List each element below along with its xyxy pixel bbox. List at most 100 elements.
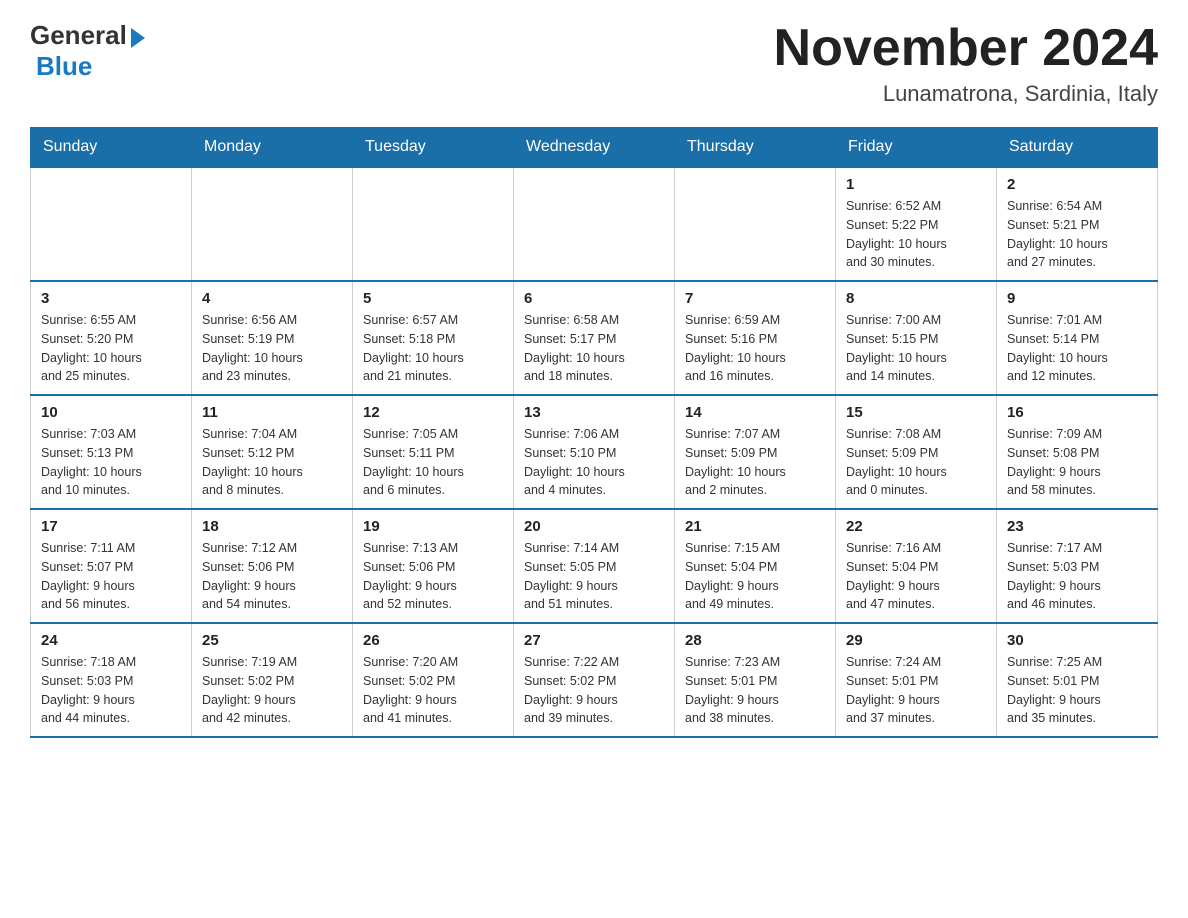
calendar-cell: 14 Sunrise: 7:07 AM Sunset: 5:09 PM Dayli…: [675, 395, 836, 509]
day-number: 14: [685, 404, 825, 421]
calendar-cell: 15 Sunrise: 7:08 AM Sunset: 5:09 PM Dayli…: [836, 395, 997, 509]
day-info: Sunrise: 6:52 AM Sunset: 5:22 PM Dayligh…: [846, 197, 986, 272]
day-number: 24: [41, 632, 181, 649]
calendar-cell: 4 Sunrise: 6:56 AM Sunset: 5:19 PM Daylig…: [192, 281, 353, 395]
day-number: 22: [846, 518, 986, 535]
calendar-cell: 22 Sunrise: 7:16 AM Sunset: 5:04 PM Dayli…: [836, 509, 997, 623]
day-info: Sunrise: 6:55 AM Sunset: 5:20 PM Dayligh…: [41, 311, 181, 386]
calendar-cell: [514, 167, 675, 281]
day-info: Sunrise: 6:59 AM Sunset: 5:16 PM Dayligh…: [685, 311, 825, 386]
logo-general-text: General: [30, 20, 127, 51]
weekday-header-sunday: Sunday: [31, 128, 192, 168]
day-number: 16: [1007, 404, 1147, 421]
logo: General Blue: [30, 20, 145, 82]
calendar-cell: 10 Sunrise: 7:03 AM Sunset: 5:13 PM Dayli…: [31, 395, 192, 509]
day-number: 23: [1007, 518, 1147, 535]
page-header: General Blue November 2024 Lunamatrona, …: [30, 20, 1158, 107]
title-block: November 2024 Lunamatrona, Sardinia, Ita…: [774, 20, 1158, 107]
day-number: 19: [363, 518, 503, 535]
day-number: 10: [41, 404, 181, 421]
weekday-header-monday: Monday: [192, 128, 353, 168]
calendar-table: SundayMondayTuesdayWednesdayThursdayFrid…: [30, 127, 1158, 738]
day-info: Sunrise: 7:24 AM Sunset: 5:01 PM Dayligh…: [846, 653, 986, 728]
calendar-cell: 8 Sunrise: 7:00 AM Sunset: 5:15 PM Daylig…: [836, 281, 997, 395]
calendar-cell: 20 Sunrise: 7:14 AM Sunset: 5:05 PM Dayli…: [514, 509, 675, 623]
day-info: Sunrise: 6:56 AM Sunset: 5:19 PM Dayligh…: [202, 311, 342, 386]
weekday-header-saturday: Saturday: [997, 128, 1158, 168]
day-number: 15: [846, 404, 986, 421]
day-number: 30: [1007, 632, 1147, 649]
day-number: 1: [846, 176, 986, 193]
day-number: 12: [363, 404, 503, 421]
calendar-cell: 7Sunrise: 6:59 AM Sunset: 5:16 PM Daylig…: [675, 281, 836, 395]
calendar-cell: 26Sunrise: 7:20 AM Sunset: 5:02 PM Dayli…: [353, 623, 514, 737]
day-number: 25: [202, 632, 342, 649]
calendar-cell: 29 Sunrise: 7:24 AM Sunset: 5:01 PM Dayli…: [836, 623, 997, 737]
day-info: Sunrise: 7:25 AM Sunset: 5:01 PM Dayligh…: [1007, 653, 1147, 728]
day-number: 20: [524, 518, 664, 535]
calendar-cell: 11 Sunrise: 7:04 AM Sunset: 5:12 PM Dayli…: [192, 395, 353, 509]
day-info: Sunrise: 7:05 AM Sunset: 5:11 PM Dayligh…: [363, 425, 503, 500]
calendar-cell: 12 Sunrise: 7:05 AM Sunset: 5:11 PM Dayli…: [353, 395, 514, 509]
day-info: Sunrise: 7:12 AM Sunset: 5:06 PM Dayligh…: [202, 539, 342, 614]
calendar-cell: [192, 167, 353, 281]
calendar-cell: 27 Sunrise: 7:22 AM Sunset: 5:02 PM Dayli…: [514, 623, 675, 737]
day-number: 27: [524, 632, 664, 649]
calendar-cell: 18Sunrise: 7:12 AM Sunset: 5:06 PM Dayli…: [192, 509, 353, 623]
day-number: 9: [1007, 290, 1147, 307]
calendar-cell: 21 Sunrise: 7:15 AM Sunset: 5:04 PM Dayli…: [675, 509, 836, 623]
day-info: Sunrise: 7:20 AM Sunset: 5:02 PM Dayligh…: [363, 653, 503, 728]
calendar-cell: 28 Sunrise: 7:23 AM Sunset: 5:01 PM Dayli…: [675, 623, 836, 737]
calendar-cell: 19 Sunrise: 7:13 AM Sunset: 5:06 PM Dayli…: [353, 509, 514, 623]
month-title: November 2024: [774, 20, 1158, 77]
day-info: Sunrise: 7:13 AM Sunset: 5:06 PM Dayligh…: [363, 539, 503, 614]
day-info: Sunrise: 7:07 AM Sunset: 5:09 PM Dayligh…: [685, 425, 825, 500]
day-number: 6: [524, 290, 664, 307]
day-number: 3: [41, 290, 181, 307]
day-number: 8: [846, 290, 986, 307]
day-info: Sunrise: 7:15 AM Sunset: 5:04 PM Dayligh…: [685, 539, 825, 614]
weekday-header-row: SundayMondayTuesdayWednesdayThursdayFrid…: [31, 128, 1158, 168]
day-info: Sunrise: 7:11 AM Sunset: 5:07 PM Dayligh…: [41, 539, 181, 614]
day-info: Sunrise: 7:00 AM Sunset: 5:15 PM Dayligh…: [846, 311, 986, 386]
day-info: Sunrise: 7:03 AM Sunset: 5:13 PM Dayligh…: [41, 425, 181, 500]
day-info: Sunrise: 7:17 AM Sunset: 5:03 PM Dayligh…: [1007, 539, 1147, 614]
logo-blue-text: Blue: [36, 51, 92, 82]
day-number: 2: [1007, 176, 1147, 193]
calendar-cell: 23 Sunrise: 7:17 AM Sunset: 5:03 PM Dayli…: [997, 509, 1158, 623]
calendar-cell: 30 Sunrise: 7:25 AM Sunset: 5:01 PM Dayli…: [997, 623, 1158, 737]
calendar-week-row: 1 Sunrise: 6:52 AM Sunset: 5:22 PM Daylig…: [31, 167, 1158, 281]
day-info: Sunrise: 7:16 AM Sunset: 5:04 PM Dayligh…: [846, 539, 986, 614]
day-info: Sunrise: 7:04 AM Sunset: 5:12 PM Dayligh…: [202, 425, 342, 500]
day-info: Sunrise: 6:54 AM Sunset: 5:21 PM Dayligh…: [1007, 197, 1147, 272]
calendar-cell: 16Sunrise: 7:09 AM Sunset: 5:08 PM Dayli…: [997, 395, 1158, 509]
calendar-cell: 25 Sunrise: 7:19 AM Sunset: 5:02 PM Dayli…: [192, 623, 353, 737]
day-number: 29: [846, 632, 986, 649]
day-info: Sunrise: 7:23 AM Sunset: 5:01 PM Dayligh…: [685, 653, 825, 728]
calendar-week-row: 17 Sunrise: 7:11 AM Sunset: 5:07 PM Dayli…: [31, 509, 1158, 623]
calendar-cell: 1 Sunrise: 6:52 AM Sunset: 5:22 PM Daylig…: [836, 167, 997, 281]
calendar-cell: 17 Sunrise: 7:11 AM Sunset: 5:07 PM Dayli…: [31, 509, 192, 623]
day-info: Sunrise: 7:14 AM Sunset: 5:05 PM Dayligh…: [524, 539, 664, 614]
calendar-cell: 6 Sunrise: 6:58 AM Sunset: 5:17 PM Daylig…: [514, 281, 675, 395]
day-number: 11: [202, 404, 342, 421]
day-info: Sunrise: 7:22 AM Sunset: 5:02 PM Dayligh…: [524, 653, 664, 728]
day-info: Sunrise: 6:58 AM Sunset: 5:17 PM Dayligh…: [524, 311, 664, 386]
day-number: 17: [41, 518, 181, 535]
calendar-cell: 9 Sunrise: 7:01 AM Sunset: 5:14 PM Daylig…: [997, 281, 1158, 395]
day-info: Sunrise: 7:08 AM Sunset: 5:09 PM Dayligh…: [846, 425, 986, 500]
calendar-week-row: 10 Sunrise: 7:03 AM Sunset: 5:13 PM Dayli…: [31, 395, 1158, 509]
day-info: Sunrise: 7:18 AM Sunset: 5:03 PM Dayligh…: [41, 653, 181, 728]
weekday-header-thursday: Thursday: [675, 128, 836, 168]
calendar-cell: [675, 167, 836, 281]
day-number: 28: [685, 632, 825, 649]
day-info: Sunrise: 7:06 AM Sunset: 5:10 PM Dayligh…: [524, 425, 664, 500]
day-info: Sunrise: 7:19 AM Sunset: 5:02 PM Dayligh…: [202, 653, 342, 728]
calendar-cell: 13 Sunrise: 7:06 AM Sunset: 5:10 PM Dayli…: [514, 395, 675, 509]
day-info: Sunrise: 6:57 AM Sunset: 5:18 PM Dayligh…: [363, 311, 503, 386]
day-info: Sunrise: 7:01 AM Sunset: 5:14 PM Dayligh…: [1007, 311, 1147, 386]
day-number: 13: [524, 404, 664, 421]
day-number: 5: [363, 290, 503, 307]
day-number: 4: [202, 290, 342, 307]
day-number: 21: [685, 518, 825, 535]
